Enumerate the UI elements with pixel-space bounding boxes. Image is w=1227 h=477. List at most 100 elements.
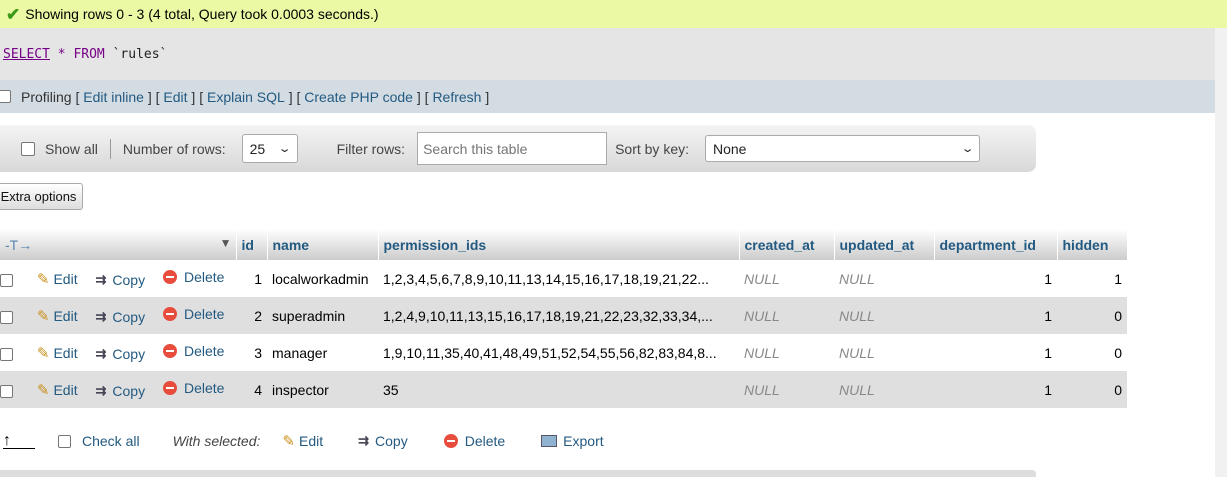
bulk-copy-button[interactable]: ⇉ Copy bbox=[358, 433, 408, 449]
table-navigation: Show all Number of rows: 25 ⌄ Filter row… bbox=[0, 125, 1036, 172]
delete-icon bbox=[162, 270, 177, 284]
cell-name[interactable]: localworkadmin bbox=[267, 260, 378, 297]
row-copy-button[interactable]: ⇉ Copy bbox=[95, 272, 145, 288]
filter-input[interactable]: Search this table bbox=[417, 132, 608, 165]
delete-icon bbox=[162, 307, 177, 321]
cell-created-at[interactable]: NULL bbox=[739, 297, 834, 334]
explain-sql-link[interactable]: Explain SQL bbox=[207, 89, 285, 105]
row-edit-button[interactable]: ✎ Edit bbox=[37, 307, 78, 325]
chevron-down-icon: ⌄ bbox=[960, 143, 975, 155]
row-edit-button[interactable]: ✎ Edit bbox=[37, 344, 78, 362]
sort-select[interactable]: None ⌄ bbox=[705, 135, 980, 162]
pencil-icon: ✎ bbox=[36, 345, 50, 362]
success-message: ✔ Showing rows 0 - 3 (4 total, Query too… bbox=[0, 0, 1227, 28]
bulk-actions-bar: ↑ Check all With selected: ✎ Edit ⇉ Copy D… bbox=[0, 424, 1227, 458]
row-actions: ✎ Edit ⇉ Copy Delete bbox=[0, 260, 236, 297]
cell-id[interactable]: 3 bbox=[236, 334, 267, 371]
checkmark-icon: ✔ bbox=[6, 4, 21, 24]
row-checkbox[interactable] bbox=[0, 273, 13, 287]
cell-id[interactable]: 1 bbox=[236, 260, 267, 297]
refresh-link[interactable]: Refresh bbox=[432, 89, 481, 105]
row-copy-button[interactable]: ⇉ Copy bbox=[95, 309, 145, 325]
arrow-up-left-icon: ↑ bbox=[3, 432, 35, 449]
column-header-hidden[interactable]: hidden bbox=[1057, 229, 1128, 260]
cell-created-at[interactable]: NULL bbox=[739, 260, 834, 297]
table-row: ✎ Edit ⇉ Copy Delete 4 inspector 35 NULL N… bbox=[0, 371, 1127, 408]
row-actions: ✎ Edit ⇉ Copy Delete bbox=[0, 297, 236, 334]
cell-created-at[interactable]: NULL bbox=[739, 371, 834, 408]
edit-inline-link[interactable]: Edit inline bbox=[83, 89, 144, 105]
edit-query-link[interactable]: Edit bbox=[163, 89, 187, 105]
bulk-export-button[interactable]: Export bbox=[541, 433, 604, 449]
row-delete-button[interactable]: Delete bbox=[162, 306, 224, 322]
row-delete-button[interactable]: Delete bbox=[162, 380, 224, 396]
column-header-id[interactable]: id bbox=[236, 229, 268, 260]
profiling-checkbox[interactable] bbox=[0, 90, 11, 103]
column-header-name[interactable]: name bbox=[267, 229, 379, 260]
cell-hidden[interactable]: 1 bbox=[1057, 260, 1127, 297]
sql-select-keyword[interactable]: SELECT bbox=[3, 47, 50, 62]
cell-name[interactable]: inspector bbox=[267, 371, 378, 408]
cell-name[interactable]: superadmin bbox=[267, 297, 378, 334]
column-header-updated-at[interactable]: updated_at bbox=[834, 229, 935, 260]
cell-updated-at[interactable]: NULL bbox=[834, 371, 934, 408]
cell-updated-at[interactable]: NULL bbox=[834, 297, 934, 334]
cell-updated-at[interactable]: NULL bbox=[834, 334, 934, 371]
row-edit-button[interactable]: ✎ Edit bbox=[37, 381, 78, 399]
pencil-icon: ✎ bbox=[36, 308, 50, 325]
row-copy-button[interactable]: ⇉ Copy bbox=[95, 383, 145, 399]
show-all-checkbox[interactable] bbox=[21, 141, 35, 156]
cell-hidden[interactable]: 0 bbox=[1057, 334, 1127, 371]
filter-placeholder: Search this table bbox=[423, 140, 528, 157]
show-all-label[interactable]: Show all bbox=[45, 141, 98, 157]
row-checkbox[interactable] bbox=[0, 347, 13, 361]
sort-dropdown-icon[interactable]: ▼ bbox=[220, 236, 232, 250]
cell-department-id[interactable]: 1 bbox=[934, 260, 1057, 297]
check-all-link[interactable]: Check all bbox=[82, 433, 140, 449]
cell-hidden[interactable]: 0 bbox=[1057, 371, 1127, 408]
delete-icon bbox=[162, 344, 177, 358]
cell-permission-ids[interactable]: 35 bbox=[378, 371, 739, 408]
row-edit-button[interactable]: ✎ Edit bbox=[37, 270, 78, 288]
cell-permission-ids[interactable]: 1,9,10,11,35,40,41,48,49,51,52,54,55,56,… bbox=[378, 334, 739, 371]
table-header-row: -T→ ▼ id name permission_ids created_at … bbox=[0, 229, 1128, 260]
pencil-icon: ✎ bbox=[36, 382, 50, 399]
copy-icon: ⇉ bbox=[95, 346, 107, 361]
cell-created-at[interactable]: NULL bbox=[739, 334, 834, 371]
cell-permission-ids[interactable]: 1,2,4,9,10,11,13,15,16,17,18,19,21,22,23… bbox=[378, 297, 739, 334]
column-arrows-icon[interactable]: -T→ bbox=[5, 237, 32, 253]
success-text: Showing rows 0 - 3 (4 total, Query took … bbox=[25, 6, 379, 22]
cell-department-id[interactable]: 1 bbox=[934, 334, 1057, 371]
cell-department-id[interactable]: 1 bbox=[934, 297, 1057, 334]
extra-options-button[interactable]: Extra options bbox=[0, 183, 83, 210]
check-all-checkbox[interactable] bbox=[58, 434, 71, 448]
row-delete-button[interactable]: Delete bbox=[162, 269, 224, 285]
rows-select[interactable]: 25 ⌄ bbox=[241, 134, 298, 163]
column-header-department-id[interactable]: department_id bbox=[934, 229, 1058, 260]
copy-icon: ⇉ bbox=[95, 272, 107, 287]
row-checkbox[interactable] bbox=[0, 384, 13, 398]
export-icon bbox=[541, 435, 558, 447]
cell-id[interactable]: 4 bbox=[236, 371, 267, 408]
sql-from-keyword: FROM bbox=[73, 46, 105, 62]
create-php-link[interactable]: Create PHP code bbox=[304, 89, 413, 105]
row-delete-button[interactable]: Delete bbox=[162, 343, 224, 359]
row-copy-button[interactable]: ⇉ Copy bbox=[95, 346, 145, 362]
cell-permission-ids[interactable]: 1,2,3,4,5,6,7,8,9,10,11,13,14,15,16,17,1… bbox=[378, 260, 739, 297]
column-header-permission-ids[interactable]: permission_ids bbox=[378, 229, 740, 260]
sql-query-box[interactable]: SELECT * FROM `rules` bbox=[0, 28, 1227, 80]
bulk-edit-button[interactable]: ✎ Edit bbox=[282, 432, 323, 450]
row-checkbox[interactable] bbox=[0, 310, 13, 324]
cell-name[interactable]: manager bbox=[267, 334, 378, 371]
cell-id[interactable]: 2 bbox=[236, 297, 267, 334]
with-selected-label: With selected: bbox=[172, 433, 261, 449]
column-controls-header: -T→ ▼ bbox=[0, 229, 237, 260]
cell-updated-at[interactable]: NULL bbox=[834, 260, 934, 297]
cell-hidden[interactable]: 0 bbox=[1057, 297, 1127, 334]
column-header-created-at[interactable]: created_at bbox=[739, 229, 835, 260]
bulk-delete-button[interactable]: Delete bbox=[443, 433, 505, 449]
cell-department-id[interactable]: 1 bbox=[934, 371, 1057, 408]
scrollbar[interactable] bbox=[1215, 28, 1227, 477]
filter-label: Filter rows: bbox=[336, 140, 406, 157]
copy-icon: ⇉ bbox=[95, 383, 107, 398]
